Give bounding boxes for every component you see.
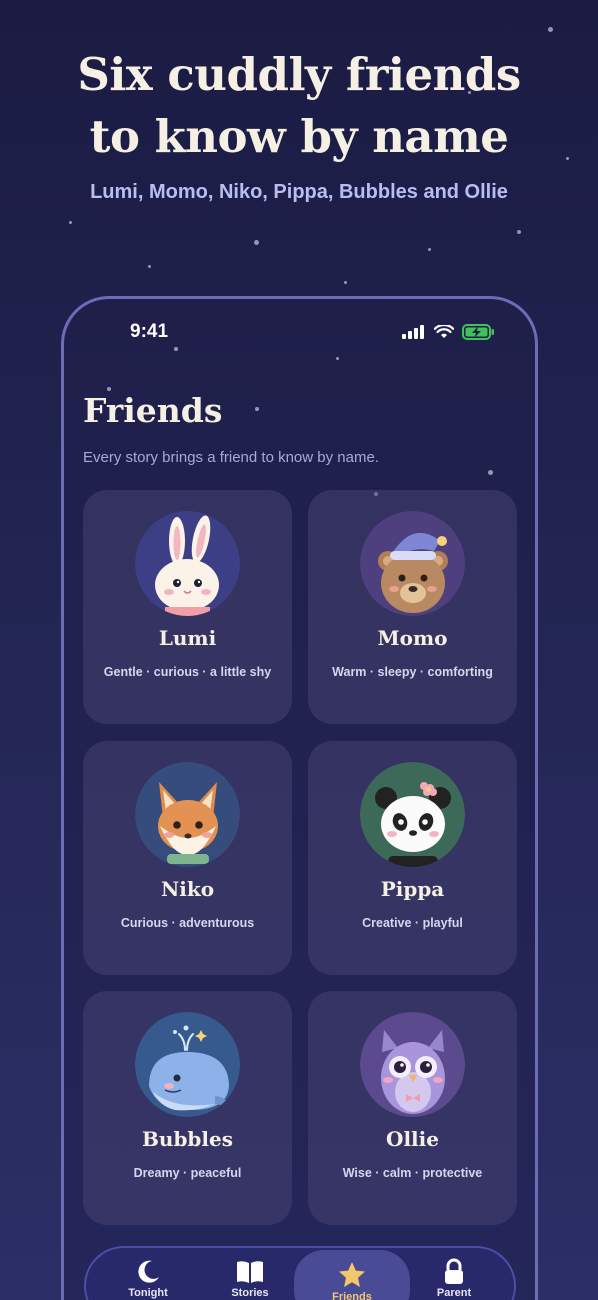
- hero-title-line2: to know by name: [89, 110, 509, 163]
- tab-label: Parent: [436, 1287, 472, 1299]
- friend-traits: Wise · calm · protective: [342, 1166, 483, 1180]
- page-subtitle: Every story brings a friend to know by n…: [83, 449, 379, 466]
- phone-frame: 9:41 Friends Every story brings a friend: [61, 296, 538, 1300]
- friend-traits: Curious · adventurous: [120, 916, 255, 930]
- fox-icon: [135, 762, 240, 867]
- cellular-signal-icon: [402, 325, 424, 339]
- tab-tonight[interactable]: Tonight: [98, 1248, 198, 1300]
- moon-icon: [138, 1260, 159, 1283]
- friend-name: Momo: [377, 626, 448, 650]
- star-decoration: [148, 265, 151, 268]
- wifi-icon: [434, 325, 454, 338]
- tab-label: Tonight: [128, 1287, 168, 1299]
- panda-icon: [360, 762, 465, 867]
- star-decoration: [488, 470, 493, 475]
- friend-card-niko[interactable]: Niko Curious · adventurous: [83, 741, 292, 975]
- friend-name: Bubbles: [142, 1127, 233, 1151]
- tab-bar: Tonight Stories Friends Parent: [84, 1246, 516, 1300]
- friend-traits: Creative · playful: [362, 916, 463, 930]
- tab-stories[interactable]: Stories: [200, 1248, 300, 1300]
- star-decoration: [255, 407, 259, 411]
- friend-card-pippa[interactable]: Pippa Creative · playful: [308, 741, 517, 975]
- friend-name: Pippa: [380, 877, 445, 901]
- lock-icon: [445, 1258, 463, 1284]
- friend-traits: Gentle · curious · a little shy: [103, 665, 272, 679]
- promo-screen: Six cuddly friends to know by name Lumi,…: [0, 0, 598, 1300]
- star-decoration: [517, 230, 521, 234]
- status-time: 9:41: [130, 321, 169, 342]
- friend-card-momo[interactable]: Momo Warm · sleepy · comforting: [308, 490, 517, 724]
- star-icon: [339, 1262, 365, 1287]
- tab-parent[interactable]: Parent: [404, 1248, 504, 1300]
- tab-friends[interactable]: Friends: [294, 1250, 410, 1300]
- friend-traits: Dreamy · peaceful: [133, 1166, 242, 1180]
- friend-card-lumi[interactable]: Lumi Gentle · curious · a little shy: [83, 490, 292, 724]
- star-decoration: [428, 248, 431, 251]
- star-decoration: [344, 281, 347, 284]
- owl-icon: [360, 1012, 465, 1117]
- tab-label: Friends: [332, 1291, 372, 1300]
- hero-subtitle: Lumi, Momo, Niko, Pippa, Bubbles and Oll…: [90, 181, 508, 203]
- battery-charging-icon: [462, 324, 494, 340]
- hero-title-line1: Six cuddly friends: [77, 48, 521, 101]
- friend-card-bubbles[interactable]: Bubbles Dreamy · peaceful: [83, 991, 292, 1225]
- whale-icon: [135, 1012, 240, 1117]
- star-decoration: [69, 221, 72, 224]
- star-decoration: [548, 27, 553, 32]
- star-decoration: [336, 357, 339, 360]
- status-icons: [402, 323, 495, 341]
- hero-title: Six cuddly friends to know by name: [0, 44, 598, 168]
- tab-label: Stories: [231, 1287, 269, 1299]
- book-icon: [237, 1261, 263, 1283]
- star-decoration: [174, 347, 178, 351]
- friend-name: Niko: [160, 877, 215, 901]
- bear-icon: [360, 511, 465, 616]
- bunny-icon: [135, 511, 240, 616]
- friend-card-ollie[interactable]: Ollie Wise · calm · protective: [308, 991, 517, 1225]
- star-decoration: [254, 240, 259, 245]
- page-title: Friends: [83, 391, 223, 430]
- friend-name: Ollie: [386, 1127, 439, 1151]
- friend-name: Lumi: [158, 626, 217, 650]
- friend-traits: Warm · sleepy · comforting: [332, 665, 493, 679]
